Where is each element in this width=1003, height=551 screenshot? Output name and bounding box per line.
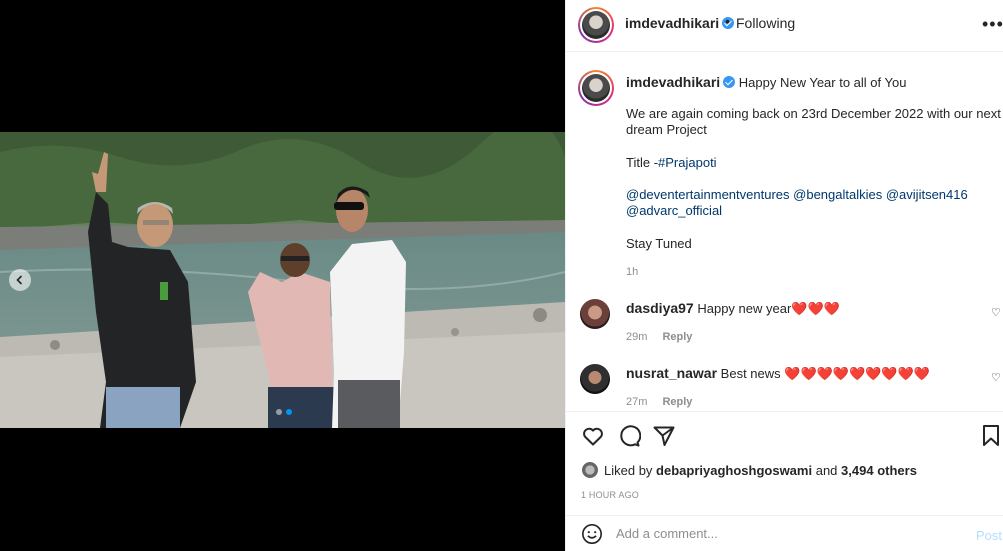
media-panel [0,0,565,551]
following-button[interactable]: Following [736,15,795,31]
comment-body: nusrat_nawar Best news ❤️❤️❤️❤️❤️❤️❤️❤️❤… [626,365,930,382]
reply-button[interactable]: Reply [662,331,692,343]
caption-avatar[interactable] [578,70,614,106]
caption-username[interactable]: imdevadhikari [626,74,720,90]
mention-link[interactable]: @avijitsen416 [886,187,968,202]
caption-time[interactable]: 1h [626,264,638,280]
mention-link[interactable]: @advarc_official [626,203,722,218]
verified-badge-icon [723,76,736,88]
mention-link[interactable]: @bengaltalkies [793,187,882,202]
likes-mid: and [815,462,838,478]
emoji-icon[interactable] [581,523,603,545]
comment-like-heart-icon[interactable]: ♡ [991,371,1003,384]
comment-username[interactable]: dasdiya97 [626,300,694,316]
post-comment-button[interactable]: Post [976,528,1002,543]
caption-intro: Happy New Year to all of You [738,75,907,90]
chevron-left-icon [16,275,23,285]
reply-button[interactable]: Reply [662,396,692,408]
carousel-indicators [276,409,292,415]
comment-avatar[interactable] [580,299,610,329]
likes-prefix: Liked by [604,462,653,478]
hashtag-link[interactable]: #Prajapoti [658,155,717,170]
carousel-dot-active [286,409,292,415]
post-header: imdevadhikari • Following ••• [566,0,1003,52]
comment-input[interactable] [616,526,936,541]
mention-link[interactable]: @deventertainmentventures [626,187,790,202]
comment-hearts: ❤️❤️❤️ [791,301,840,316]
carousel-dot [276,409,282,415]
bookmark-icon[interactable] [981,424,1001,448]
comment-time[interactable]: 27m [626,396,647,408]
previous-image-button[interactable] [9,269,31,291]
comment-body: dasdiya97 Happy new year❤️❤️❤️ [626,300,840,317]
liker-avatar[interactable] [582,462,598,478]
comment-text: Happy new year [697,301,792,316]
comment-hearts: ❤️❤️❤️❤️❤️❤️❤️❤️❤️ [784,366,930,381]
caption-outro: Stay Tuned [626,236,692,251]
caption-mentions-line2: @advarc_official [626,203,722,219]
header-username-wrap: imdevadhikari [625,15,735,31]
post-time-ago[interactable]: 1 HOUR AGO [581,490,639,500]
post-detail-panel: imdevadhikari • Following ••• imdevadhik… [565,0,1003,551]
caption-line2: dream Project [626,122,707,137]
likes-count[interactable]: 3,494 others [841,463,917,478]
comment-icon[interactable] [617,424,641,448]
more-horizontal-icon[interactable]: ••• [982,14,1003,35]
header-username[interactable]: imdevadhikari [625,15,719,31]
liker-username[interactable]: debapriyaghoshgoswami [656,463,812,478]
share-icon[interactable] [652,424,676,448]
post-photo[interactable] [0,132,565,428]
add-comment-bar: Post [566,515,1003,551]
comment-avatar[interactable] [580,364,610,394]
caption-intro-line: imdevadhikari Happy New Year to all of Y… [626,74,906,91]
comment-like-heart-icon[interactable]: ♡ [991,306,1003,319]
likes-summary: Liked by debapriyaghoshgoswami and 3,494… [582,462,917,478]
comment-text: Best news [720,366,781,381]
caption-mentions-line1: @deventertainmentventures @bengaltalkies… [626,187,968,203]
caption-line1: We are again coming back on 23rd Decembe… [626,106,1001,121]
comment-username[interactable]: nusrat_nawar [626,365,717,381]
comment-time[interactable]: 29m [626,331,647,343]
heart-icon[interactable] [581,424,605,448]
caption-title-line: Title -#Prajapoti [626,155,717,171]
avatar[interactable] [578,7,614,43]
separator-dot: • [725,13,730,29]
comment-meta: 29m Reply [626,329,692,345]
caption-title-prefix: Title - [626,155,659,170]
action-bar [566,411,1003,459]
comment-meta: 27m Reply [626,394,692,410]
